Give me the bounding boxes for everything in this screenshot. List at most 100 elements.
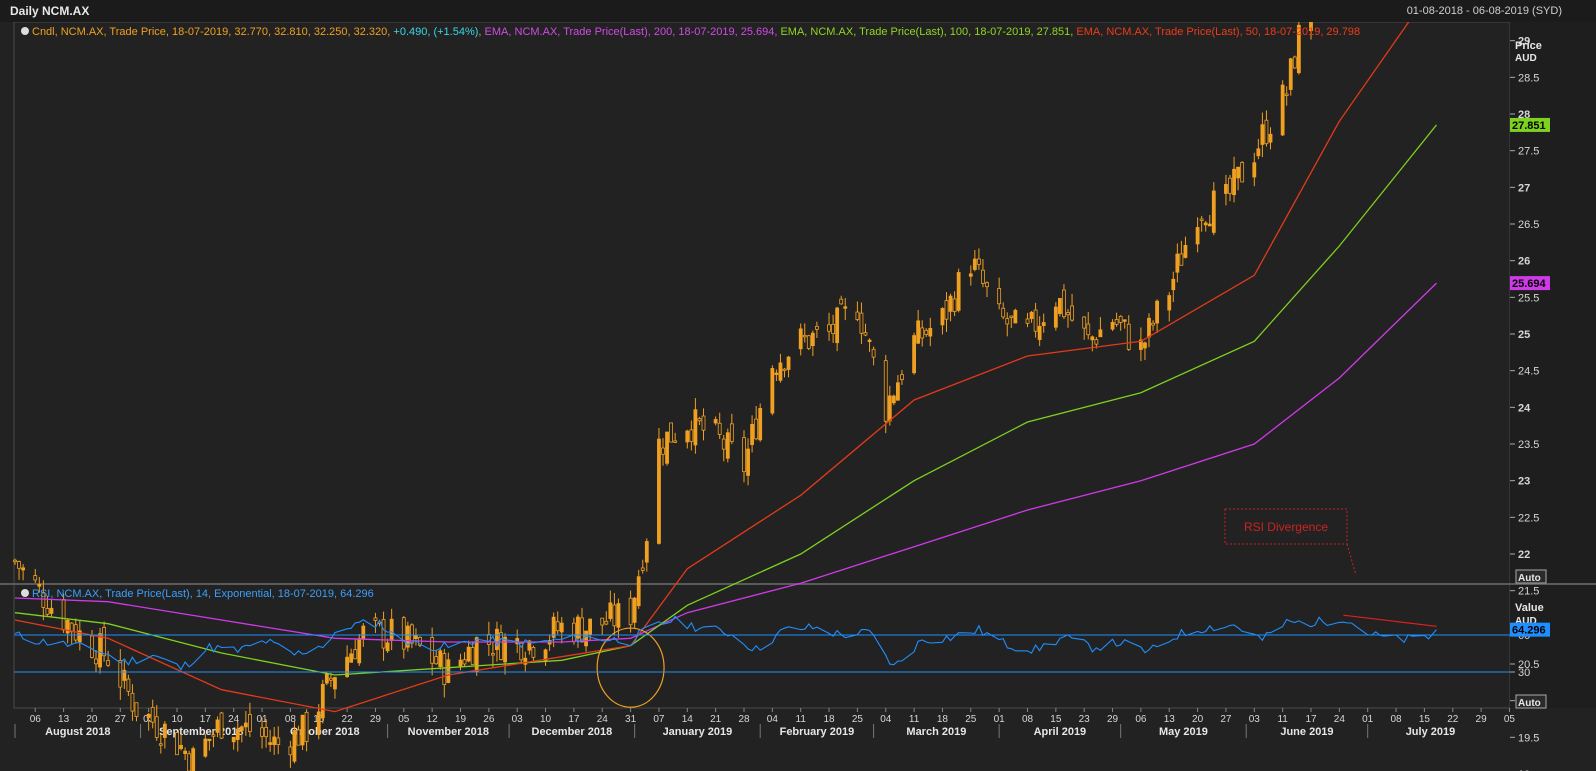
- candle-body: [778, 362, 783, 381]
- header-bar: Daily NCM.AX 01-08-2018 - 06-08-2019 (SY…: [0, 0, 1596, 22]
- candle-body: [1252, 162, 1257, 178]
- candle-body: [725, 432, 730, 459]
- candle-body: [661, 447, 665, 455]
- candle-body: [1228, 177, 1232, 194]
- price-tick-label: 22: [1518, 549, 1530, 561]
- candle-body: [1280, 84, 1285, 136]
- candle-body: [175, 732, 179, 756]
- x-tick-label: 04: [880, 714, 892, 725]
- candle-body: [1122, 319, 1127, 322]
- candle-body: [1179, 253, 1184, 266]
- x-tick-label: 12: [427, 714, 439, 725]
- candle-body: [316, 711, 321, 735]
- candle-body: [1114, 319, 1119, 325]
- candle-body: [158, 743, 163, 746]
- candle-body: [1070, 305, 1074, 321]
- candle-body: [466, 646, 471, 662]
- candle-body: [644, 541, 649, 563]
- rsi-panel: [13, 583, 1511, 709]
- x-tick-label: 22: [342, 714, 354, 725]
- x-tick-label: 18: [937, 714, 949, 725]
- x-tick-label: 11: [1277, 714, 1288, 725]
- candle-body: [717, 422, 722, 435]
- candle-body: [640, 567, 645, 571]
- candle-body: [37, 583, 42, 587]
- candle-body: [1126, 323, 1131, 350]
- price-tick-label: 22.5: [1518, 512, 1539, 524]
- candle-body: [531, 647, 536, 658]
- candle-body: [1086, 323, 1091, 336]
- candle-body: [45, 608, 50, 615]
- candle-body: [774, 372, 779, 375]
- price-tick-label: 27.5: [1518, 146, 1539, 158]
- candle-body: [304, 711, 309, 742]
- candle-body: [673, 440, 678, 443]
- candle-body: [499, 632, 503, 661]
- candle-body: [977, 258, 981, 265]
- candle-body: [179, 744, 183, 750]
- price-axis-title: Price: [1515, 40, 1542, 52]
- candle-body: [385, 642, 390, 652]
- legend-rsi: RSI, NCM.AX, Trade Price(Last), 14, Expo…: [32, 588, 374, 600]
- candle-body: [94, 658, 98, 665]
- candle-body: [126, 678, 131, 692]
- candle-body: [373, 617, 378, 621]
- candle-body: [944, 300, 949, 320]
- candle-body: [920, 327, 925, 339]
- candle-body: [1098, 329, 1103, 338]
- candle-body: [1171, 278, 1176, 291]
- chart-svg[interactable]: 1919.52020.52121.52222.52323.52424.52525…: [0, 22, 1596, 771]
- candle-body: [843, 306, 848, 309]
- candle-body: [559, 622, 564, 633]
- candle-body: [1288, 58, 1293, 90]
- candle-body: [588, 618, 592, 635]
- x-tick-label: 20: [1192, 714, 1204, 725]
- candle-body: [555, 621, 560, 632]
- candle-body: [1292, 56, 1297, 69]
- candle-body: [106, 660, 111, 666]
- candle-body: [470, 647, 475, 665]
- candle-body: [665, 431, 669, 464]
- candle-body: [831, 323, 835, 335]
- candle-body: [260, 727, 264, 737]
- candle-body: [1147, 317, 1151, 338]
- price-tick-label: 28.5: [1518, 72, 1539, 84]
- candle-body: [401, 617, 406, 650]
- candle-body: [276, 737, 281, 745]
- candle-body: [102, 627, 106, 657]
- candle-body: [1037, 325, 1042, 340]
- candle-body: [292, 730, 297, 762]
- candle-body: [701, 415, 706, 431]
- legend-top: Cndl, NCM.AX, Trade Price, 18-07-2019, 3…: [32, 26, 1360, 38]
- x-tick-label: 25: [965, 714, 977, 725]
- candle-body: [353, 649, 358, 660]
- value-badge-label: 25.694: [1512, 278, 1547, 290]
- candle-body: [867, 339, 872, 343]
- legend-expand-icon[interactable]: [21, 27, 29, 35]
- candle-body: [887, 395, 892, 422]
- candle-body: [239, 726, 244, 731]
- x-tick-label: 29: [370, 714, 382, 725]
- candle-body: [863, 332, 868, 336]
- candle-body: [806, 335, 811, 349]
- x-tick-label: 13: [58, 714, 70, 725]
- candle-body: [288, 746, 293, 756]
- candle-body: [1029, 311, 1034, 320]
- candle-body: [782, 368, 787, 372]
- x-tick-label: 26: [483, 714, 495, 725]
- candle-body: [357, 638, 362, 664]
- candle-body: [616, 603, 621, 628]
- rsi-divergence-label: RSI Divergence: [1244, 520, 1328, 534]
- candle-body: [442, 653, 447, 686]
- candle-body: [632, 597, 637, 623]
- candle-body: [1240, 162, 1245, 183]
- price-tick-label: 19.5: [1518, 732, 1539, 744]
- candle-body: [1155, 300, 1159, 324]
- candle-body: [985, 282, 989, 288]
- candle-body: [458, 659, 463, 667]
- candle-body: [296, 729, 301, 746]
- candle-body: [61, 598, 66, 631]
- rsi-legend-expand-icon[interactable]: [21, 589, 29, 597]
- x-tick-label: 15: [1050, 714, 1062, 725]
- candle-body: [90, 635, 94, 658]
